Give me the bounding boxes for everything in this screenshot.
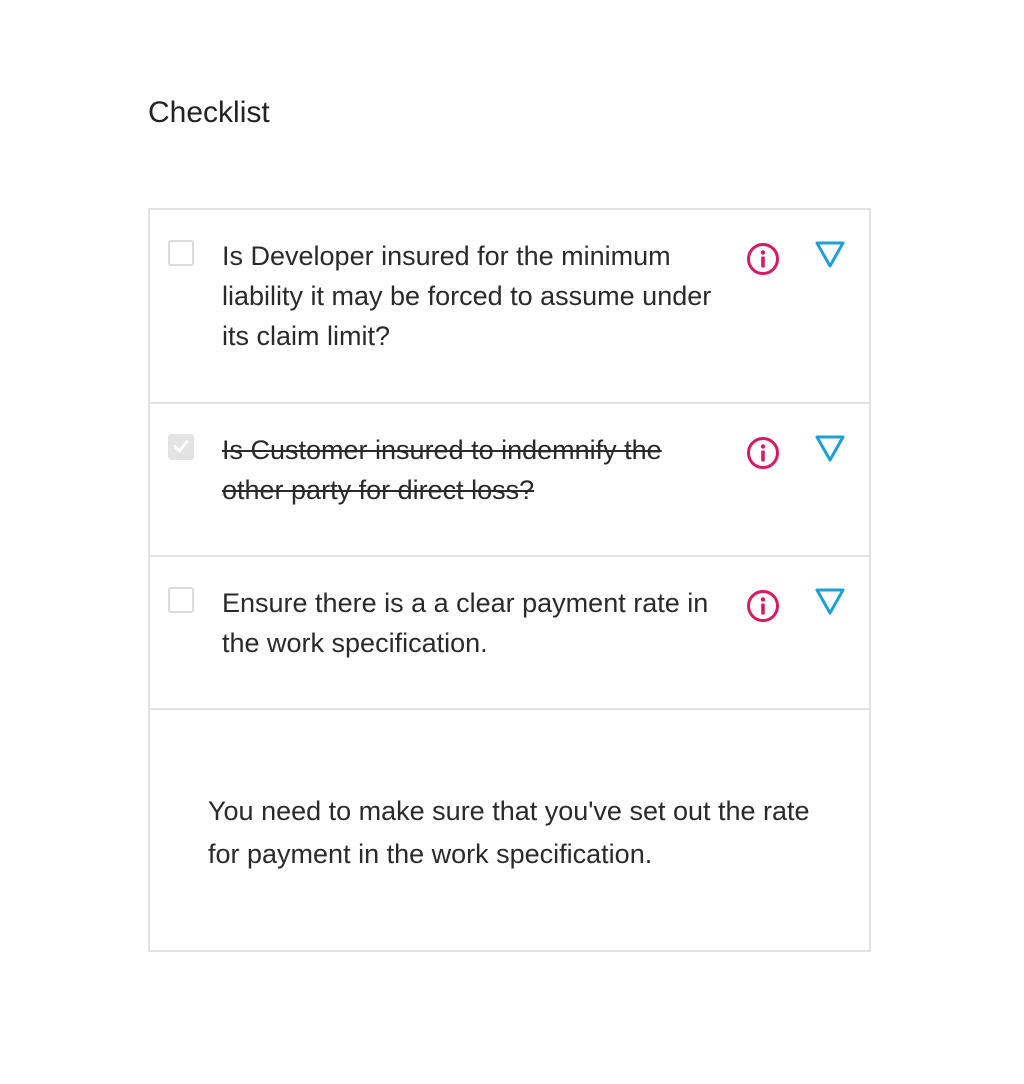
checklist-item: Is Customer insured to indemnify the oth… xyxy=(150,404,869,557)
item-checkbox[interactable] xyxy=(168,434,194,460)
info-icon[interactable] xyxy=(746,242,780,276)
item-checkbox[interactable] xyxy=(168,587,194,613)
triangle-down-icon[interactable] xyxy=(814,587,846,617)
item-text: Is Developer insured for the minimum lia… xyxy=(222,241,712,351)
item-text: Is Customer insured to indemnify the oth… xyxy=(222,435,662,505)
check-icon xyxy=(173,440,189,453)
info-icon[interactable] xyxy=(746,589,780,623)
checklist-item: Is Developer insured for the minimum lia… xyxy=(150,210,869,404)
triangle-down-icon[interactable] xyxy=(814,240,846,270)
detail-text: You need to make sure that you've set ou… xyxy=(208,796,810,869)
checklist-card: Is Developer insured for the minimum lia… xyxy=(148,208,871,952)
item-text: Ensure there is a a clear payment rate i… xyxy=(222,588,709,658)
info-icon[interactable] xyxy=(746,436,780,470)
checklist-item: Ensure there is a a clear payment rate i… xyxy=(150,557,869,710)
item-checkbox[interactable] xyxy=(168,240,194,266)
detail-panel: You need to make sure that you've set ou… xyxy=(150,710,869,950)
page-title: Checklist xyxy=(148,96,270,129)
triangle-down-icon[interactable] xyxy=(814,434,846,464)
